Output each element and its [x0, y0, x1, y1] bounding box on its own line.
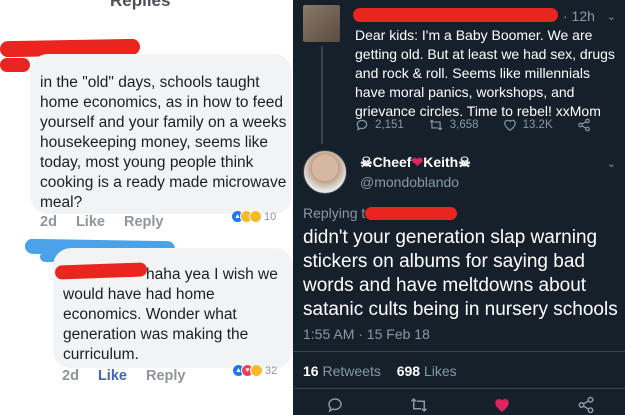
chevron-down-icon[interactable]: ⌄	[607, 10, 616, 23]
comment-1-reaction-count: 10	[264, 210, 277, 223]
divider	[293, 351, 625, 352]
like-action[interactable]: 13.2K	[503, 118, 553, 132]
redacted-top-name	[353, 8, 558, 22]
haha-reaction-icon	[250, 364, 263, 377]
skull-icon: ☠	[458, 154, 471, 170]
retweet-icon[interactable]	[409, 396, 429, 414]
reply-count: 2,151	[375, 119, 404, 131]
top-tweet-avatar[interactable]	[303, 5, 340, 42]
chevron-down-icon[interactable]: ⌄	[607, 157, 616, 170]
likes-stat[interactable]: 698 Likes	[397, 363, 457, 379]
reply-tweet-engagement: 16 Retweets 698 Likes	[303, 363, 457, 379]
comment-1-reply-link[interactable]: Reply	[124, 214, 164, 230]
top-tweet-text: Dear kids: I'm a Baby Boomer. We are get…	[355, 27, 615, 119]
comment-2-text: would have had home economics. Wonder wh…	[63, 286, 249, 363]
comment-2-actions: 2d Like Reply	[62, 368, 201, 384]
retweets-stat[interactable]: 16 Retweets	[303, 363, 381, 379]
reply-author-avatar[interactable]	[303, 150, 347, 194]
reply-author-name[interactable]: ☠Cheef❤Keith☠	[360, 154, 471, 171]
comment-2-lead-text: haha yea I wish we	[146, 266, 278, 283]
reply-author-handle[interactable]: @mondoblando	[360, 174, 459, 190]
divider	[293, 388, 625, 389]
reply-icon	[356, 119, 368, 131]
comment-1-text: in the "old" days, schools taught home e…	[40, 74, 287, 211]
thread-connector-line	[321, 46, 323, 144]
red-heart-icon: ❤	[411, 154, 424, 170]
heart-icon	[503, 119, 516, 131]
reply-icon[interactable]	[326, 396, 344, 414]
comment-1-age: 2d	[40, 214, 57, 230]
share-icon[interactable]	[577, 396, 595, 414]
reply-action[interactable]: 2,151	[355, 118, 404, 132]
skull-icon: ☠	[360, 154, 373, 170]
retweet-icon	[429, 119, 443, 131]
comment-2-reply-link[interactable]: Reply	[146, 368, 186, 384]
comment-2-like-link[interactable]: Like	[98, 368, 127, 384]
retweet-count: 3,658	[449, 119, 479, 131]
reply-tweet-text: didn't your generation slap warning stic…	[303, 227, 618, 320]
comment-1-actions: 2d Like Reply	[40, 214, 179, 230]
sad-reaction-icon	[249, 210, 262, 223]
facebook-comments-panel: Replies in the "old" days, schools taugh…	[0, 0, 293, 415]
twitter-thread-panel: · 12h ⌄ Dear kids: I'm a Baby Boomer. We…	[293, 0, 625, 415]
like-count: 13.2K	[522, 119, 553, 131]
comment-1-like-link[interactable]: Like	[76, 214, 105, 230]
top-tweet-actions: 2,151 3,658 13.2K	[355, 118, 615, 132]
heart-icon[interactable]	[493, 396, 511, 414]
comment-2-reactions[interactable]: ▲ ♥ 32	[232, 364, 277, 377]
redacted-name-1b	[0, 58, 30, 72]
share-icon	[577, 118, 590, 132]
replies-header: Replies	[110, 0, 171, 10]
comment-2-age: 2d	[62, 368, 79, 384]
reply-tweet-action-bar	[293, 396, 625, 415]
reply-tweet-timestamp[interactable]: 1:55 AM · 15 Feb 18	[303, 326, 430, 342]
top-tweet-time: · 12h	[563, 8, 595, 24]
redacted-replying-to-handle	[365, 207, 457, 220]
retweet-action[interactable]: 3,658	[428, 118, 479, 132]
comment-1-reactions[interactable]: ▲ 10	[231, 210, 276, 223]
replying-to-label: Replying to	[303, 205, 374, 221]
comment-2-reaction-count: 32	[265, 364, 278, 377]
share-action[interactable]	[577, 118, 597, 132]
